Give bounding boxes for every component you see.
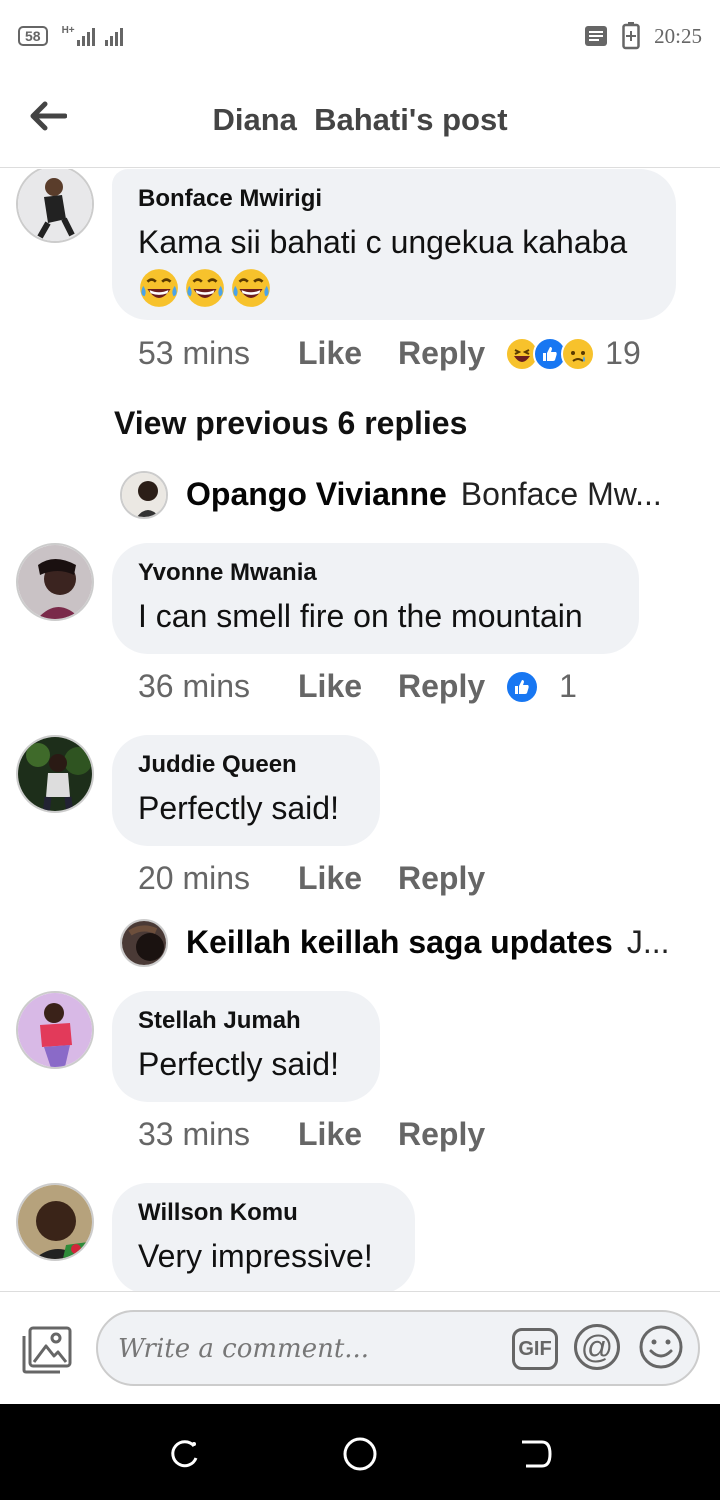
home-icon <box>343 1437 377 1471</box>
comment-time: 20 mins <box>138 860 251 896</box>
comment-author[interactable]: Bonface Mwirigi <box>138 185 648 213</box>
clock: 20:25 <box>654 23 702 48</box>
comment-input-placeholder: Write a comment... <box>118 1334 370 1364</box>
like-button[interactable]: Like <box>298 1116 398 1153</box>
reply-button[interactable]: Reply <box>398 668 485 705</box>
smiley-icon <box>639 1325 683 1369</box>
system-navigation-bar <box>0 1404 720 1500</box>
comment-author[interactable]: Juddie Queen <box>138 751 352 779</box>
recents-button[interactable] <box>164 1434 204 1474</box>
header: Diana Bahati's post <box>0 72 720 168</box>
photo-icon <box>22 1326 72 1374</box>
avatar[interactable] <box>16 1183 94 1261</box>
comment-text-body: Kama sii bahati c ungekua kahaba <box>138 224 628 260</box>
comment-meta: 36 mins Like Reply 1 <box>138 668 577 705</box>
comment-composer: Write a comment... GIF @ <box>0 1291 720 1403</box>
reply-snippet: Bonface Mw... <box>460 476 662 512</box>
reactions[interactable]: 1 <box>505 668 577 705</box>
comment-text: Perfectly said! <box>138 790 339 826</box>
reactions[interactable]: 19 <box>505 335 641 372</box>
reply-author[interactable]: Opango Vivianne <box>186 476 447 513</box>
comment-bubble[interactable]: Yvonne Mwania I can smell fire on the mo… <box>112 543 639 654</box>
like-button[interactable]: Like <box>298 668 398 705</box>
comment-author[interactable]: Willson Komu <box>138 1199 387 1227</box>
back-nav-button[interactable] <box>516 1434 556 1474</box>
comment-author[interactable]: Yvonne Mwania <box>138 559 611 587</box>
comment-meta: 33 mins Like Reply <box>138 1116 505 1153</box>
signal-strength-icon: H+ <box>62 26 123 46</box>
status-bar: 58 H+ 20:25 <box>0 0 720 72</box>
reply-snippet: J... <box>626 924 670 960</box>
reply-preview[interactable]: Keillah keillah saga updates J... <box>120 924 670 961</box>
comment-bubble[interactable]: Bonface Mwirigi Kama sii bahati c ungeku… <box>112 169 676 320</box>
avatar[interactable] <box>16 543 94 621</box>
sad-reaction-icon <box>561 336 596 371</box>
sim-badge: 58 <box>18 26 48 46</box>
back-nav-icon <box>522 1440 552 1468</box>
like-button[interactable]: Like <box>298 860 398 897</box>
laughing-tears-emoji-icon <box>138 267 276 307</box>
like-button[interactable]: Like <box>298 335 398 372</box>
comment-meta: 20 mins Like Reply <box>138 860 505 897</box>
comment-bubble[interactable]: Juddie Queen Perfectly said! <box>112 735 380 846</box>
comment-time: 33 mins <box>138 1116 251 1152</box>
reply-author[interactable]: Keillah keillah saga updates <box>186 924 613 961</box>
comment-time: 53 mins <box>138 335 251 371</box>
reply-button[interactable]: Reply <box>398 1116 485 1153</box>
gif-button[interactable]: GIF <box>512 1328 558 1370</box>
comment-time: 36 mins <box>138 668 251 704</box>
comment-bubble[interactable]: Stellah Jumah Perfectly said! <box>112 991 380 1102</box>
reply-button[interactable]: Reply <box>398 860 485 897</box>
comment-bubble[interactable]: Willson Komu Very impressive! <box>112 1183 415 1291</box>
comment-text: Perfectly said! <box>138 1046 339 1082</box>
page-title: Diana Bahati's post <box>212 102 508 137</box>
notification-icon <box>585 26 608 46</box>
recents-icon <box>171 1440 198 1468</box>
avatar[interactable] <box>16 169 94 243</box>
home-button[interactable] <box>340 1434 380 1474</box>
add-photo-button[interactable] <box>20 1324 74 1376</box>
comment-text: Kama sii bahati c ungekua kahaba <box>138 221 648 309</box>
network-type: H+ <box>61 25 75 36</box>
comment-meta: 53 mins Like Reply 19 <box>138 335 641 372</box>
reaction-count: 1 <box>559 668 577 704</box>
comment-text: I can smell fire on the mountain <box>138 598 583 634</box>
comment-author[interactable]: Stellah Jumah <box>138 1007 352 1035</box>
reply-button[interactable]: Reply <box>398 335 485 372</box>
battery-icon <box>622 22 640 50</box>
reply-preview[interactable]: Opango Vivianne Bonface Mw... <box>120 476 662 513</box>
mention-button[interactable]: @ <box>574 1324 620 1370</box>
view-previous-replies-link[interactable]: View previous 6 replies <box>114 405 467 442</box>
like-reaction-icon <box>505 669 540 704</box>
comment-list: Bonface Mwirigi Kama sii bahati c ungeku… <box>0 169 720 1291</box>
comment-text: Very impressive! <box>138 1238 373 1274</box>
avatar[interactable] <box>16 991 94 1069</box>
reaction-count: 19 <box>605 335 641 371</box>
avatar[interactable] <box>16 735 94 813</box>
emoji-button[interactable] <box>638 1324 684 1370</box>
